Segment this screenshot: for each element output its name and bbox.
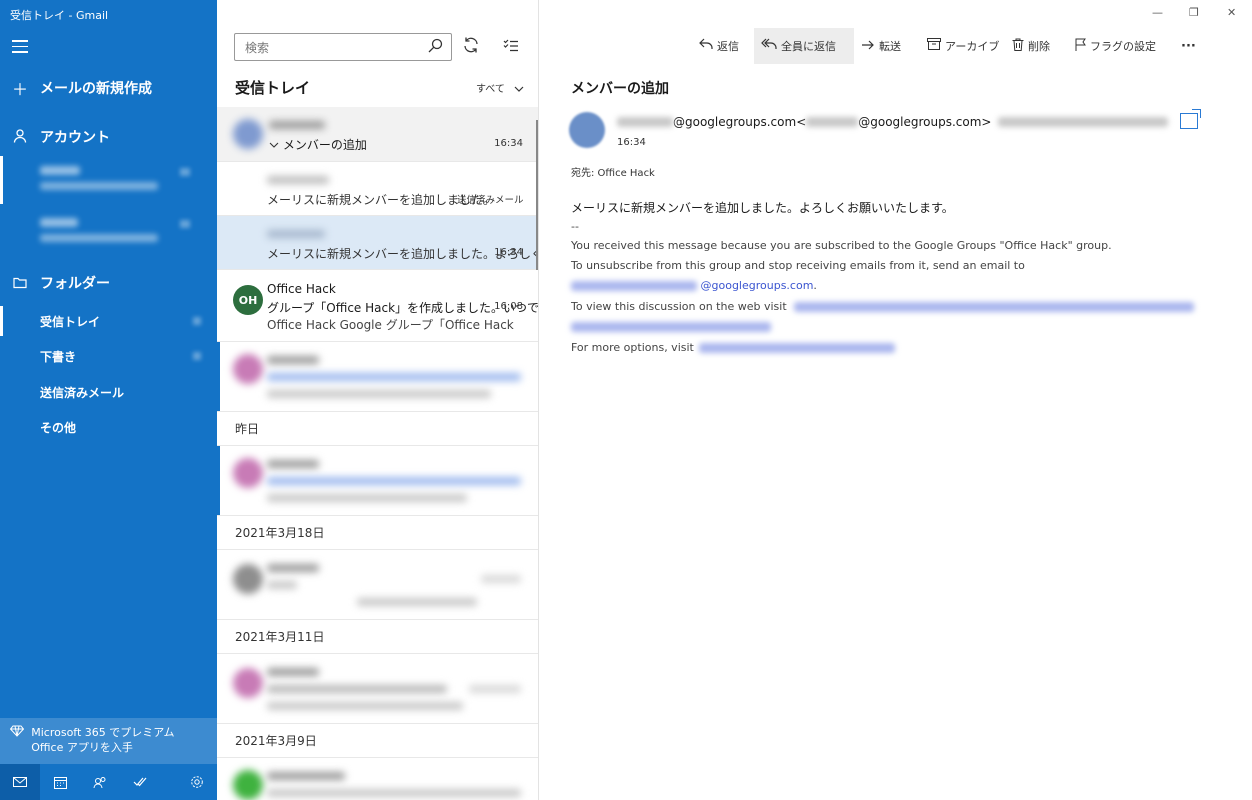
new-mail-label: メールの新規作成 [40,81,152,97]
folder-icon [0,274,40,293]
search-placeholder: 検索 [245,40,270,55]
message-sender: Office Hack [267,282,336,296]
flag-icon [1075,38,1086,55]
date-header: 2021年3月9日 [217,724,538,758]
diamond-icon [9,725,31,741]
filter-dropdown[interactable]: すべて [476,80,524,95]
thread-header[interactable]: メンバーの追加 16:34 [217,107,538,162]
avatar: OH [233,285,263,315]
folders-header[interactable]: フォルダー [0,272,217,294]
reply-button[interactable]: 返信 [692,28,746,64]
plus-icon: ＋ [11,80,28,99]
footer-line-3: To view this discussion on the web visit [571,300,1195,313]
list-item[interactable] [217,550,538,620]
message-preview: Office Hack Google グループ「Office Hack [267,318,514,332]
todo-icon[interactable] [120,764,160,800]
scrollbar-thumb[interactable] [536,120,538,270]
message-time: 16:34 [494,247,523,258]
accounts-header[interactable]: アカウント [0,126,217,148]
navigation-pane: 受信トレイ - Gmail ＋ メールの新規作成 アカウント フォルダー 受信ト… [0,0,217,800]
avatar [233,119,263,149]
signature-separator: -- [571,220,579,233]
open-in-new-window-icon[interactable] [1180,109,1201,129]
flag-button[interactable]: フラグの設定 [1068,28,1163,64]
folder-sent[interactable]: 送信済みメール [0,375,217,409]
list-item[interactable] [217,342,538,412]
mail-icon[interactable] [0,764,40,800]
footer-line-1: You received this message because you ar… [571,239,1112,252]
message-body-text: メーリスに新規メンバーを追加しました。よろしくお願いいたします。 [571,201,954,215]
archive-icon [927,38,941,54]
new-mail-button[interactable]: ＋ メールの新規作成 [0,76,217,100]
person-icon [0,128,40,147]
folder-label: 送信済みメール [40,385,125,400]
date-header: 昨日 [217,412,538,446]
sender-address[interactable]: @googlegroups.com < @googlegroups.com> [617,115,1168,129]
message-time: 16:08 [494,301,523,312]
window-title: 受信トレイ - Gmail [10,9,109,22]
close-button[interactable]: ✕ [1227,6,1236,19]
sender-avatar [569,112,605,148]
folder-label: 下書き [40,349,77,364]
calendar-icon[interactable] [40,764,80,800]
list-item[interactable] [217,758,538,800]
search-icon[interactable] [428,38,443,57]
hamburger-menu-icon[interactable] [12,40,28,54]
search-box[interactable]: 検索 [234,33,452,61]
message-folder-tag: 送信済みメール [457,195,524,206]
more-options-icon[interactable]: ··· [1174,28,1203,64]
app-switcher-bar [0,764,217,800]
list-item[interactable] [217,446,538,516]
list-item-selected[interactable]: メーリスに新規メンバーを追加しました。よろしく 16:34 [217,216,538,270]
office-promo-button[interactable]: Microsoft 365 でプレミアム Office アプリを入手 [0,718,217,764]
reply-all-button[interactable]: 全員に返信 [754,28,854,64]
forward-button[interactable]: 転送 [854,28,908,64]
footer-line-2: To unsubscribe from this group and stop … [571,259,1025,272]
discussion-link[interactable] [571,320,771,333]
account-item-gmail[interactable] [0,156,217,204]
trash-icon [1012,38,1024,55]
list-title: 受信トレイ [235,79,311,97]
message-list-pane: 検索 受信トレイ すべて メンバーの追加 16:34 メーリスに新規メンバーを追… [217,0,539,800]
reading-pane: — ❐ ✕ 返信 全員に返信 転送 アーカイブ 削除 フラグの設定 ··· メン… [540,0,1252,800]
thread-subject: メンバーの追加 [269,136,367,153]
chevron-down-icon [514,84,524,95]
list-item[interactable]: メーリスに新規メンバーを追加しました。 送信済みメール [217,162,538,216]
minimize-button[interactable]: — [1152,6,1163,19]
folder-more[interactable]: その他 [0,410,217,444]
unsubscribe-link[interactable]: @googlegroups.com. [571,279,817,292]
restore-button[interactable]: ❐ [1189,6,1199,19]
folder-label: 受信トレイ [40,314,101,329]
sent-time: 16:34 [617,137,646,148]
filter-label: すべて [476,84,505,95]
folder-drafts[interactable]: 下書き [0,339,217,373]
selection-mode-icon[interactable] [503,38,519,56]
folders-label: フォルダー [40,276,110,292]
list-item[interactable]: OH Office Hack グループ「Office Hack」を作成しました。… [217,270,538,342]
reply-all-icon [761,38,777,54]
settings-icon[interactable] [177,764,217,800]
recipient-line: 宛先: Office Hack [571,168,655,179]
date-header: 2021年3月18日 [217,516,538,550]
date-header: 2021年3月11日 [217,620,538,654]
accounts-label: アカウント [40,130,110,146]
message-time: 16:34 [494,138,523,149]
reply-icon [699,38,713,54]
list-item[interactable] [217,654,538,724]
delete-button[interactable]: 削除 [1005,28,1057,64]
forward-arrow-icon [861,39,875,54]
promo-text: Microsoft 365 でプレミアム Office アプリを入手 [31,726,175,754]
folder-label: その他 [40,420,77,435]
sync-icon[interactable] [462,36,480,59]
message-subject-heading: メンバーの追加 [571,81,669,97]
chevron-down-icon [269,138,283,152]
account-item-outlook[interactable] [0,208,217,256]
footer-line-4: For more options, visit [571,341,896,354]
people-icon[interactable] [80,764,120,800]
folder-inbox[interactable]: 受信トレイ [0,304,217,338]
archive-button[interactable]: アーカイブ [920,28,1006,64]
